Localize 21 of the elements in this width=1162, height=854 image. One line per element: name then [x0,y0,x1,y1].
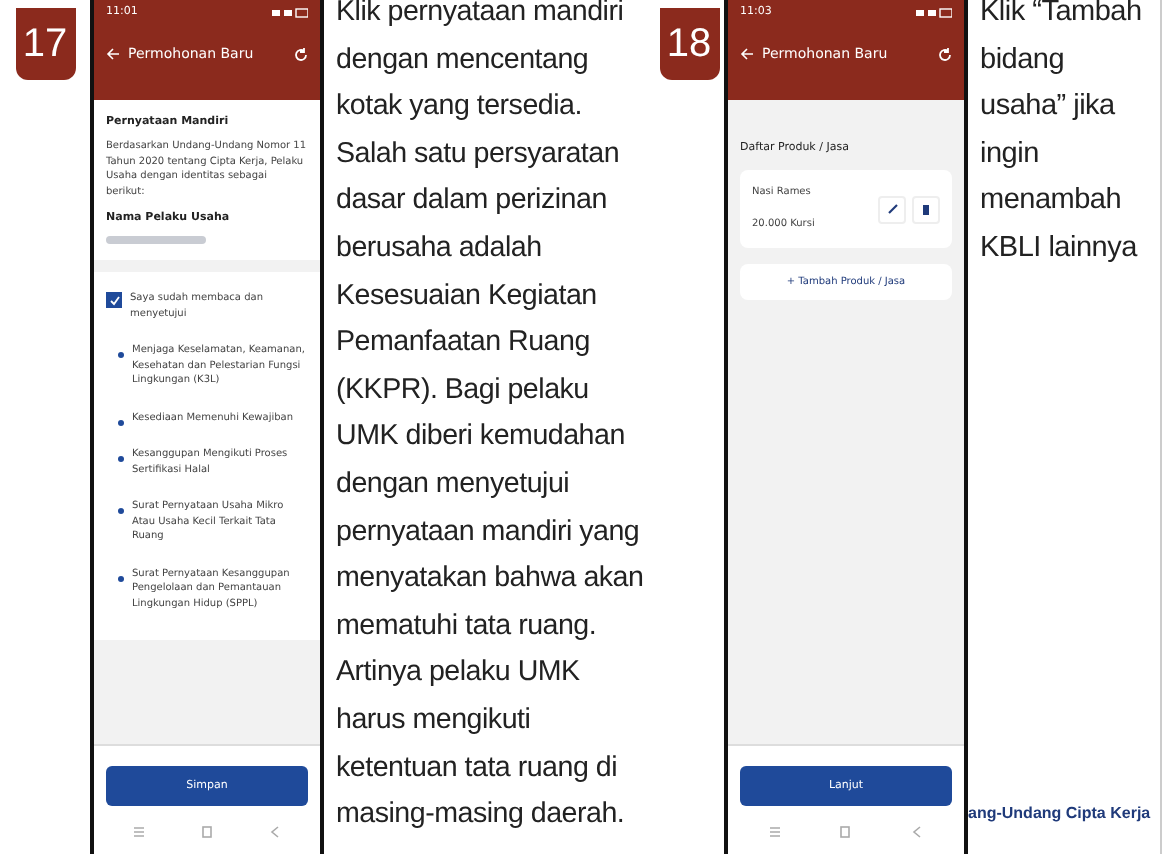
bullet-icon [118,456,124,462]
bullet-icon [118,508,124,514]
agree-checkbox[interactable] [106,292,122,308]
step-description: Klik pernyataan mandiri dengan mencentang kotak yang tersedia. Salah satu persyaratan dasar dalam perizinan berusaha adalah Kesesuaian Kegiatan Pemanfaatan Ruang (KKPR). Bagi pelaku UMK diberi kemudahan dengan menyetujui pernyataan mandiri yang menyatakan bahwa akan mematuhi tata ruang. Artinya pelaku UMK harus mengikuti ketentuan tata ruang di masing-masing daerah. [334,0,646,835]
step-number: 17 [15,8,75,80]
status-icons [272,7,308,17]
bullet-icon [118,575,124,581]
blurred-value [106,236,206,244]
refresh-icon[interactable] [938,47,952,61]
back-arrow-icon[interactable] [740,48,754,60]
bullet-icon [118,352,124,358]
step-number: 18 [659,8,719,80]
footer-text: ang-Undang Cipta Kerja [968,804,1153,826]
status-icons [916,7,952,17]
pencil-icon [887,204,897,214]
trash-icon [922,203,930,215]
back-arrow-icon[interactable] [106,48,120,60]
delete-button[interactable] [912,195,940,223]
refresh-icon[interactable] [294,47,308,61]
bullet-icon [118,419,124,425]
edit-button[interactable] [878,195,906,223]
